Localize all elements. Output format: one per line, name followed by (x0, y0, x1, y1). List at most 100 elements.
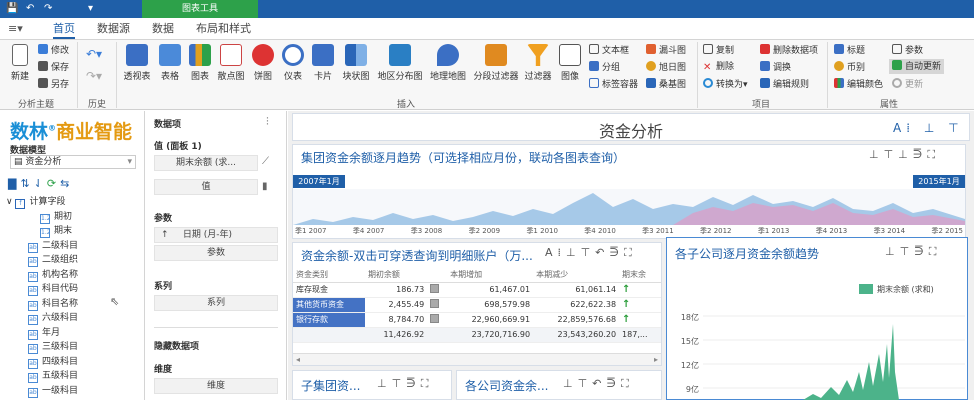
convert-button[interactable]: 转换为▾ (703, 78, 748, 91)
save-as-button[interactable]: 另存 (38, 78, 69, 91)
tab-layout-style[interactable]: 布局和样式 (196, 21, 251, 37)
field-item[interactable]: 1.2 期初 (40, 210, 72, 224)
swap-button[interactable]: 调换 (760, 61, 791, 74)
column-header[interactable]: 本期减少 (533, 267, 620, 283)
new-button[interactable]: 新建 (6, 42, 34, 82)
edit-colors-button[interactable]: 编辑颜色 (834, 78, 883, 91)
refresh-icon[interactable]: ⟳ (47, 177, 60, 190)
insert-geo-map-button[interactable]: 地理地图 (427, 42, 469, 82)
sankey-button[interactable]: 桑基图 (646, 78, 686, 91)
tab-data[interactable]: 数据 (152, 21, 174, 37)
field-item[interactable]: ab 三级科目 (28, 340, 78, 354)
title-button[interactable]: 标题 (834, 44, 865, 57)
horizontal-scrollbar[interactable]: ◂ ▸ (293, 353, 661, 365)
insert-range-filter-button[interactable]: 分段过滤器 (471, 42, 521, 82)
funnel-button[interactable]: 漏斗图 (646, 44, 686, 57)
modify-button[interactable]: 修改 (38, 44, 69, 57)
insert-chart-button[interactable]: 图表 (186, 42, 214, 82)
save-icon[interactable]: 💾 (6, 0, 18, 18)
params-button[interactable]: 参数 (892, 44, 923, 57)
range-end-label[interactable]: 2015年1月 (913, 175, 965, 188)
field-item[interactable]: ab 一级科目 (28, 384, 78, 398)
legend-label: 期末余额 (求和) (877, 285, 934, 294)
insert-gauge-button[interactable]: 仪表 (279, 42, 307, 82)
insert-region-map-button[interactable]: 地区分布图 (375, 42, 425, 82)
trend-tools[interactable]: ⊥⊤⊥⋽⛶ (869, 148, 940, 162)
total-cell: 23,720,716.90 (447, 327, 534, 343)
calc-folder[interactable]: ∨ f 计算字段 (6, 195, 65, 209)
table-row[interactable]: 其他货币资金 2,455.49 698,579.98 622,622.38 ↑ (293, 297, 661, 313)
field-item[interactable]: ab 六级科目 (28, 311, 78, 325)
sub-group-tools[interactable]: ⊥⊤⋽⛶ (377, 377, 433, 391)
range-start-label[interactable]: 2007年1月 (293, 175, 345, 188)
company-tools[interactable]: ⊥⊤↶⋽⛶ (563, 377, 634, 391)
field-item[interactable]: ab 二级科目 (28, 239, 78, 253)
textbox-button[interactable]: 文本框 (589, 44, 629, 57)
insert-table-button[interactable]: 表格 (156, 42, 184, 82)
auto-update-button[interactable]: 自动更新 (889, 59, 945, 74)
monthly-chart-tools[interactable]: ⊥⊤⋽⛶ (885, 245, 941, 259)
model-select[interactable]: ▤ 资金分析 ▾ (10, 155, 136, 169)
update-button[interactable]: 更新 (892, 78, 923, 91)
trend-area-chart[interactable] (293, 189, 965, 225)
insert-card-button[interactable]: 卡片 (309, 42, 337, 82)
field-item[interactable]: ab 科目代码 (28, 282, 78, 296)
chart-options-icon[interactable]: ⫶ (266, 115, 269, 129)
series-drop-button[interactable]: 系列 (154, 295, 278, 311)
sparkline-icon[interactable]: ⟋ (262, 156, 269, 167)
column-header[interactable]: 期末余 (619, 267, 661, 283)
column-header[interactable]: 本期增加 (447, 267, 534, 283)
tab-datasource[interactable]: 数据源 (97, 21, 130, 37)
tab-file[interactable]: ≡▾ (8, 21, 23, 37)
field-toolbar[interactable]: ▇⇅⇃⟳⇆ (8, 177, 73, 190)
values-drop-button[interactable]: 值 (154, 179, 258, 195)
history-forward-icon[interactable]: ↷▾ (86, 70, 102, 82)
insert-pivot-button[interactable]: 透视表 (120, 42, 154, 82)
undo-icon[interactable]: ↶ (26, 0, 34, 18)
dashboard-tools[interactable]: A⁞ ⊥ ⊤ (893, 121, 964, 135)
copy-button[interactable]: 复制 (703, 44, 734, 57)
params-field[interactable]: ↑ 日期 (月-年) (154, 227, 278, 243)
monthly-area-chart[interactable] (703, 302, 965, 400)
insert-image-button[interactable]: 图像 (556, 42, 584, 82)
redo-icon[interactable]: ↷ (44, 0, 52, 18)
pivot-tools[interactable]: A⁞⊥⊤↶⋽⛶ (545, 246, 637, 260)
category-cell[interactable]: 银行存款 (293, 312, 365, 328)
field-item[interactable]: ab 年月 (28, 326, 60, 340)
field-item[interactable]: ab 五级科目 (28, 369, 78, 383)
insert-filter-button[interactable]: 过滤器 (522, 42, 554, 82)
table-row[interactable]: 银行存款 8,784.70 22,960,669.91 22,859,576.6… (293, 312, 661, 328)
delete-item-button[interactable]: 删除数据项 (760, 44, 818, 57)
category-cell[interactable]: 库存现金 (293, 282, 365, 298)
pivot-table[interactable]: 资金类别 期初余额 本期增加 本期减少 期末余 库存现金 186.73 61,4… (293, 267, 661, 343)
delete-button[interactable]: ✕ 删除 (703, 61, 734, 73)
bar-options-icon[interactable]: ▮ (262, 181, 268, 192)
save-button[interactable]: 保存 (38, 61, 69, 74)
field-item[interactable]: ab 科目名称 (28, 297, 78, 311)
ribbon: 新建 修改 保存 另存 分析主题 ↶▾ ↷▾ 历史 透视表 表格 图表 散点图 … (0, 40, 974, 110)
column-header[interactable]: 资金类别 (293, 267, 365, 283)
dimension-drop-button[interactable]: 维度 (154, 378, 278, 394)
insert-pie-button[interactable]: 饼图 (249, 42, 277, 82)
group-button[interactable]: 分组 (589, 61, 620, 74)
insert-scatter-button[interactable]: 散点图 (215, 42, 247, 82)
field-item[interactable]: 1.2 期末 (40, 224, 72, 238)
tab-container-button[interactable]: 标签容器 (589, 78, 638, 91)
field-label: 一级科目 (42, 386, 79, 396)
field-item[interactable]: ab 二级组织 (28, 253, 78, 267)
field-item[interactable]: ab 四级科目 (28, 355, 78, 369)
currency-button[interactable]: 币别 (834, 61, 865, 74)
edit-rules-button[interactable]: 编辑规则 (760, 78, 809, 91)
field-item[interactable]: ab 机构名称 (28, 268, 78, 282)
customize-icon[interactable]: ▾ (88, 0, 93, 18)
tab-home[interactable]: 首页 (53, 21, 75, 39)
history-back-icon[interactable]: ↶▾ (86, 48, 102, 60)
sunburst-button[interactable]: 旭日图 (646, 61, 686, 74)
params-field-label: 日期 (月-年) (182, 230, 232, 240)
insert-treemap-button[interactable]: 块状图 (339, 42, 373, 82)
table-row[interactable]: 库存现金 186.73 61,467.01 61,061.14 ↑ (293, 282, 661, 298)
category-cell[interactable]: 其他货币资金 (293, 297, 365, 313)
params-drop-button[interactable]: 参数 (154, 245, 278, 261)
column-header[interactable]: 期初余额 (364, 267, 428, 283)
values-field[interactable]: 期末余额 (求... (154, 155, 258, 171)
